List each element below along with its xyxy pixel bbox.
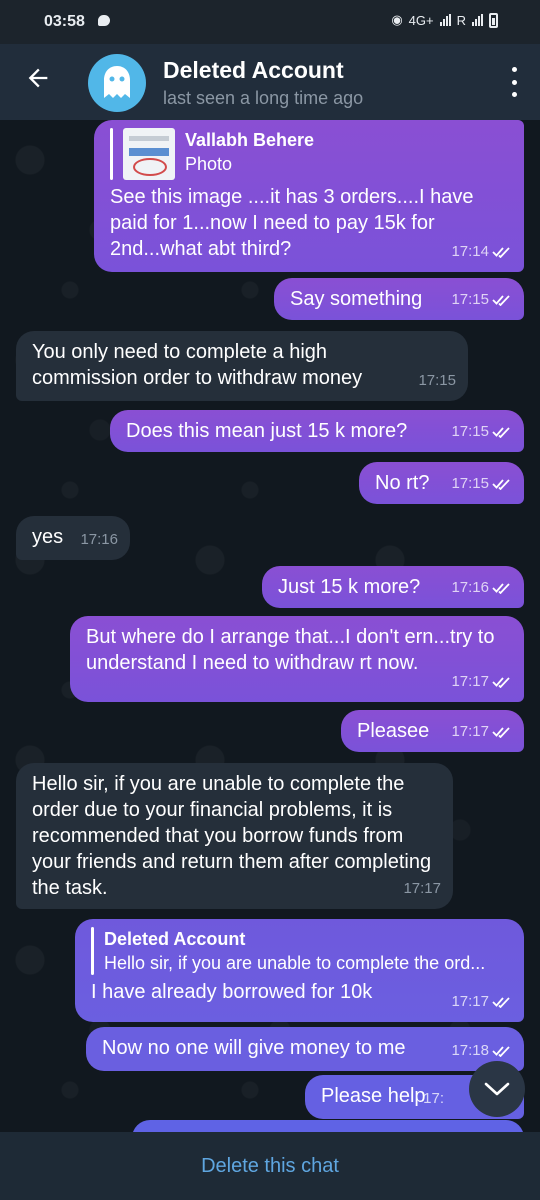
double-check-icon (492, 726, 512, 738)
reply-author: Deleted Account (104, 929, 246, 949)
hotspot-icon: ◉ (391, 12, 403, 27)
message-time: 17:16 (451, 579, 489, 596)
chat-notification-icon (98, 15, 110, 26)
message-time: 17: (423, 1090, 444, 1107)
message-list[interactable]: Vallabh Behere Photo See this image ....… (0, 120, 540, 1132)
message-time: 17:15 (418, 372, 456, 389)
message-bubble-outgoing[interactable]: Say something 17:15 (274, 278, 524, 320)
message-meta: 17:17 (451, 669, 512, 695)
status-time: 03:58 (44, 13, 85, 30)
message-time: 17:17 (451, 673, 489, 690)
message-text: yes (32, 526, 64, 548)
message-bubble-outgoing[interactable]: But where do I arrange that...I don't er… (70, 616, 524, 702)
battery-icon (489, 12, 498, 28)
message-time: 17:18 (451, 1042, 489, 1059)
reply-author: Vallabh Behere (185, 130, 315, 150)
message-text: Just 15 k more? (278, 576, 421, 598)
status-bar: 03:58 ◉ 4G+ R (0, 0, 540, 44)
message-text: I have already borrowed for 10k (91, 981, 373, 1003)
message-time: 17:17 (403, 880, 441, 897)
signal-icon-2 (472, 14, 483, 26)
ghost-avatar-icon[interactable] (88, 54, 146, 112)
message-meta: 17:15 (451, 419, 512, 445)
carrier-letter: R (456, 12, 466, 28)
message-meta: 17:16 (451, 575, 512, 601)
message-bubble-outgoing[interactable]: Now no one will give money to me 17:18 (86, 1027, 524, 1071)
message-meta: 17:15 (418, 368, 456, 394)
message-bubble-incoming[interactable]: Hello sir, if you are unable to complete… (16, 763, 453, 909)
message-meta: 17:15 (451, 471, 512, 497)
message-text: Now no one will give money to me (102, 1037, 406, 1059)
message-meta: 17: (423, 1086, 444, 1112)
message-bubble-incoming[interactable]: You only need to complete a high commiss… (16, 331, 468, 401)
last-seen-status: last seen a long time ago (163, 88, 364, 108)
message-meta: 17:15 (451, 287, 512, 313)
double-check-icon (492, 582, 512, 594)
message-time: 17:16 (80, 531, 118, 548)
double-check-icon (492, 996, 512, 1008)
message-text: No rt? (375, 472, 430, 494)
message-bubble-outgoing[interactable]: Pleasee 17:17 (341, 710, 524, 752)
message-bubble-outgoing[interactable]: Just 15 k more? 17:16 (262, 566, 524, 608)
message-bubble-outgoing[interactable]: Vallabh Behere Photo See this image ....… (94, 120, 524, 272)
double-check-icon (492, 1045, 512, 1057)
chat-title[interactable]: Deleted Account (163, 57, 344, 84)
message-text: See this image ....it has 3 orders....I … (110, 186, 474, 260)
message-bubble-incoming[interactable]: yes 17:16 (16, 516, 130, 560)
message-meta: 17:17 (403, 876, 441, 902)
message-text: Pleasee (357, 720, 430, 742)
double-check-icon (492, 478, 512, 490)
message-text: Please help (321, 1085, 426, 1107)
status-icons: ◉ 4G+ R (391, 12, 498, 28)
message-meta: 17:14 (451, 239, 512, 265)
reply-text: Hello sir, if you are unable to complete… (104, 953, 486, 973)
bottom-action-bar: Delete this chat (0, 1132, 540, 1200)
message-bubble-outgoing[interactable]: No rt? 17:15 (359, 462, 524, 504)
network-type: 4G+ (408, 12, 434, 28)
reply-text: Photo (185, 154, 233, 174)
message-time: 17:15 (451, 423, 489, 440)
more-vert-icon[interactable] (510, 67, 518, 97)
message-meta: 17:18 (451, 1038, 512, 1064)
message-text: Does this mean just 15 k more? (126, 420, 408, 442)
message-time: 17:14 (451, 243, 489, 260)
message-time: 17:15 (451, 475, 489, 492)
double-check-icon (492, 426, 512, 438)
message-bubble-outgoing[interactable]: Deleted Account Hello sir, if you are un… (75, 919, 524, 1022)
message-text: Hello sir, if you are unable to complete… (32, 773, 432, 899)
message-time: 17:15 (451, 291, 489, 308)
message-meta: 17:17 (451, 989, 512, 1015)
reply-quote[interactable]: Vallabh Behere Photo (110, 128, 508, 180)
chevron-down-icon[interactable] (469, 1061, 525, 1117)
double-check-icon (492, 246, 512, 258)
message-bubble-outgoing[interactable]: Does this mean just 15 k more? 17:15 (110, 410, 524, 452)
message-time: 17:17 (451, 993, 489, 1010)
reply-bar (91, 927, 94, 975)
back-arrow-icon[interactable] (20, 64, 56, 100)
delete-chat-button[interactable]: Delete this chat (201, 1155, 339, 1178)
signal-icon (439, 14, 451, 26)
message-meta: 17:16 (80, 527, 118, 553)
reply-quote[interactable]: Deleted Account Hello sir, if you are un… (91, 927, 508, 975)
reply-bar (110, 128, 113, 180)
chat-header: Deleted Account last seen a long time ag… (0, 44, 540, 120)
double-check-icon (492, 294, 512, 306)
message-time: 17:17 (451, 723, 489, 740)
message-text: Say something (290, 288, 423, 310)
message-bubble-outgoing[interactable] (132, 1120, 524, 1132)
message-meta: 17:17 (451, 719, 512, 745)
double-check-icon (492, 676, 512, 688)
reply-photo-thumbnail (123, 128, 175, 180)
message-text: You only need to complete a high commiss… (32, 341, 363, 389)
